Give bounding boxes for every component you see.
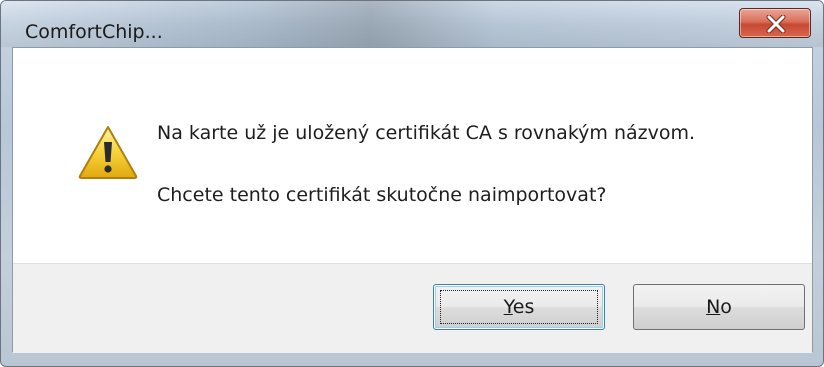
no-button-label: No xyxy=(706,296,732,318)
close-icon xyxy=(766,15,786,33)
title-bar[interactable]: ComfortChip... xyxy=(1,1,823,47)
warning-icon xyxy=(78,126,138,179)
message-line-1: Na karte už je uložený certifikát CA s r… xyxy=(157,122,696,144)
message-line-2: Chcete tento certifikát skutočne naimpor… xyxy=(157,184,607,206)
message-dialog: ComfortChip... Na karte už je uložený ce… xyxy=(0,0,824,367)
dialog-content: Na karte už je uložený certifikát CA s r… xyxy=(12,47,813,353)
no-button[interactable]: No xyxy=(633,284,805,330)
yes-button[interactable]: Yes xyxy=(433,284,605,330)
message-area: Na karte už je uložený certifikát CA s r… xyxy=(13,48,812,263)
yes-button-label: Yes xyxy=(503,296,535,318)
close-button[interactable] xyxy=(739,8,811,38)
window-title: ComfortChip... xyxy=(25,21,163,43)
button-bar: Yes No xyxy=(13,263,812,353)
